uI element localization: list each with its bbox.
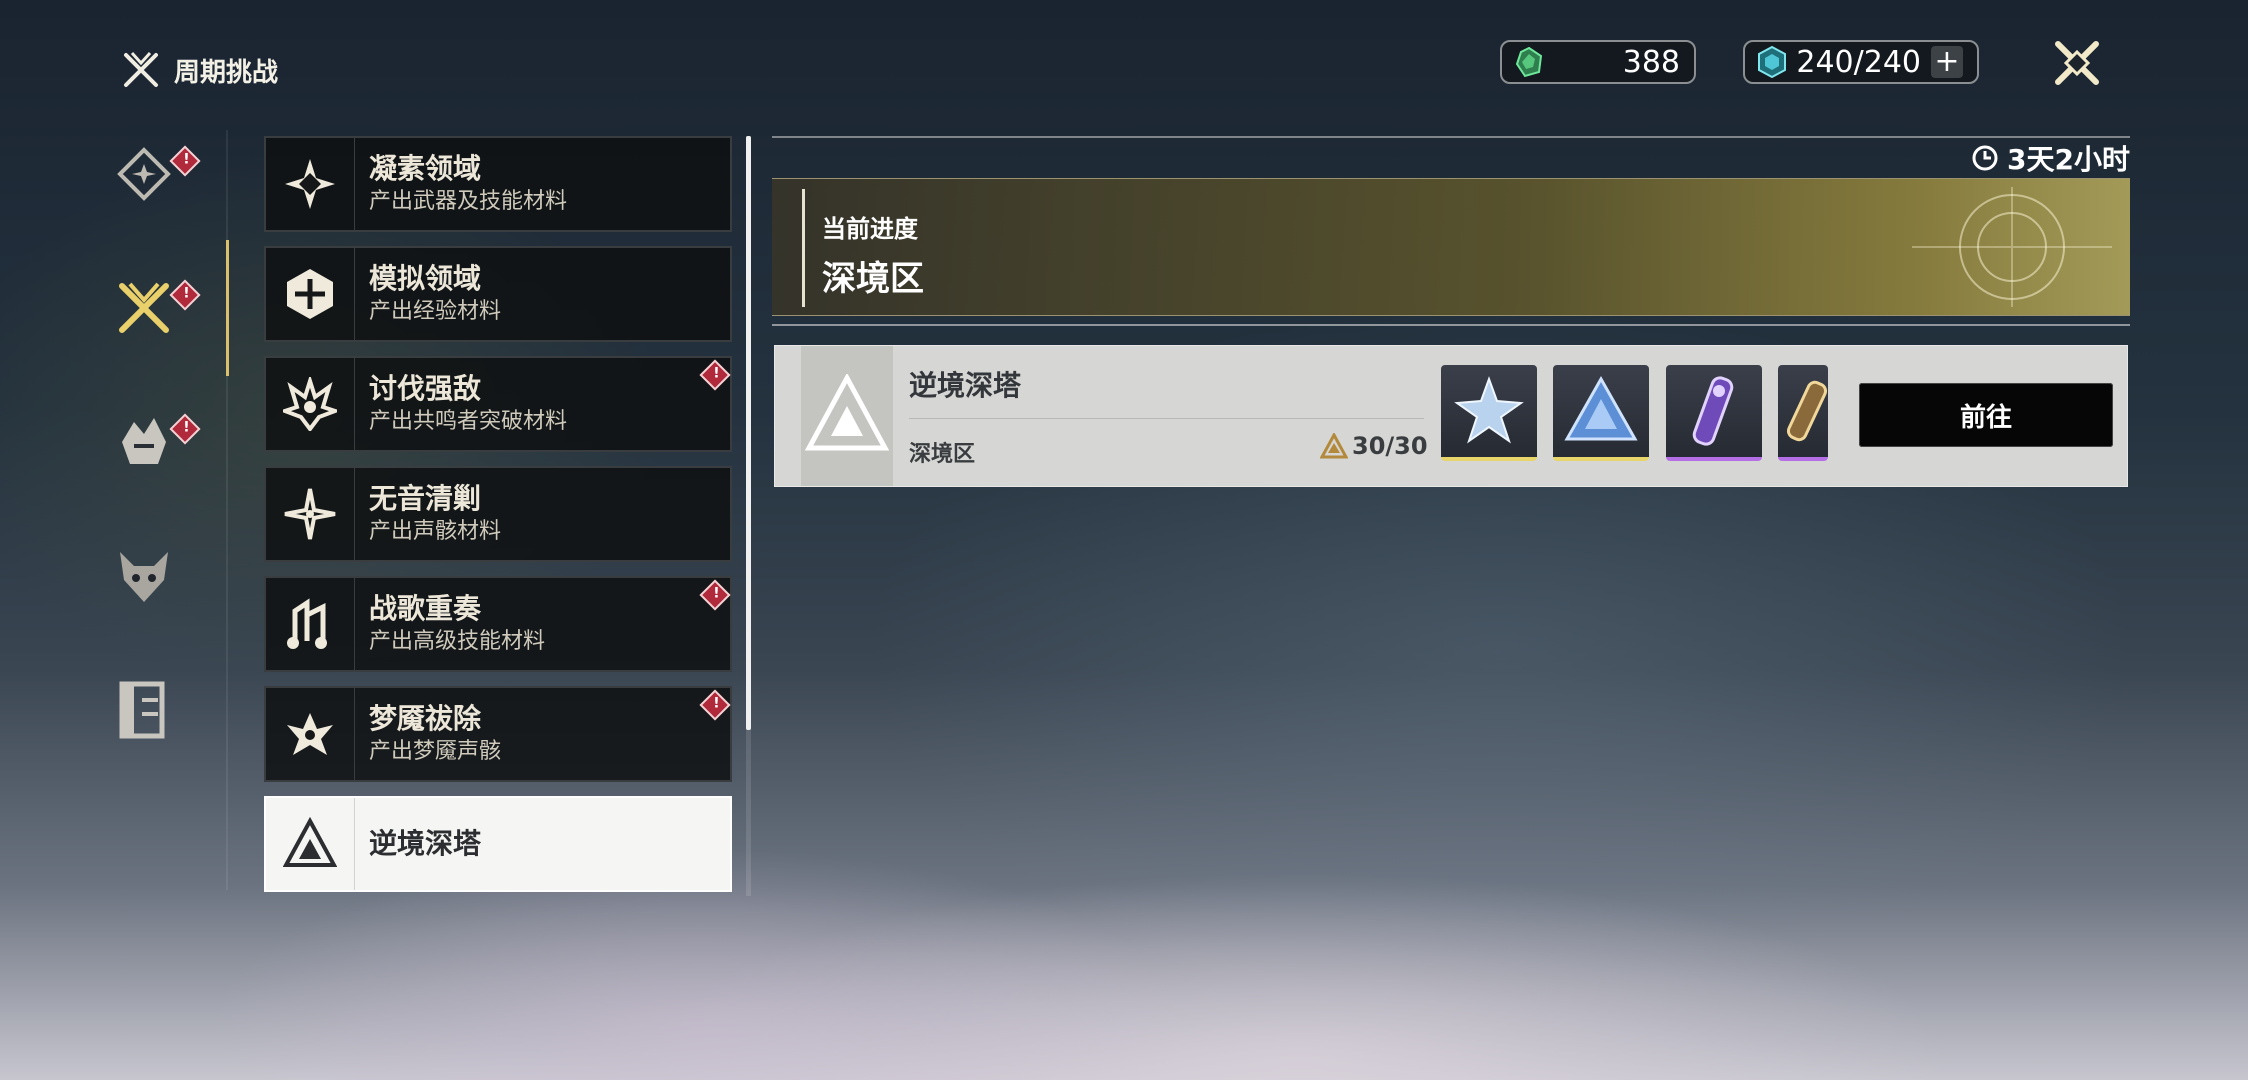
- simulation-icon: [287, 269, 333, 319]
- alert-badge: [169, 279, 201, 311]
- reward-item[interactable]: [1441, 365, 1537, 461]
- rail-item-1[interactable]: [110, 140, 201, 208]
- challenge-item[interactable]: 战歌重奏 产出高级技能材料: [264, 576, 732, 672]
- currency-counter-1: 388: [1500, 40, 1696, 84]
- header: 周期挑战: [120, 50, 278, 90]
- alert-badge: [169, 413, 201, 445]
- music-note-icon: [287, 598, 327, 649]
- green-crystal-icon: [1515, 46, 1543, 78]
- sparkle-star-icon: [284, 488, 336, 540]
- gold-triangle-icon: [1320, 433, 1348, 459]
- banner-divider: [772, 324, 2130, 326]
- crossed-swords-icon: [119, 282, 169, 333]
- progress-banner: 当前进度 深境区: [772, 178, 2130, 316]
- progress-label: 当前进度: [822, 215, 918, 243]
- progress-value: 深境区: [822, 259, 924, 299]
- diamond-star-icon: [117, 147, 171, 201]
- challenge-item[interactable]: 凝素领域 产出武器及技能材料: [264, 136, 732, 232]
- currency-counter-2: 240/240 +: [1743, 40, 1979, 84]
- challenge-item[interactable]: 模拟领域 产出经验材料: [264, 246, 732, 342]
- rail-item-3[interactable]: [110, 408, 201, 476]
- challenge-item[interactable]: 无音清剿 产出声骸材料: [264, 466, 732, 562]
- challenge-name: 讨伐强敌: [369, 372, 482, 405]
- reward-item[interactable]: [1666, 365, 1762, 461]
- alert-badge: [699, 359, 731, 391]
- challenge-item[interactable]: 讨伐强敌 产出共鸣者突破材料: [264, 356, 732, 452]
- count-text: 30/30: [1352, 432, 1428, 460]
- nightmare-flower-icon: [287, 713, 333, 755]
- demon-head-icon: [120, 552, 168, 602]
- star-crystal-icon: [1454, 376, 1524, 444]
- tower-triangle-icon: [283, 817, 337, 867]
- alert-badge: [699, 579, 731, 611]
- alert-badge: [169, 145, 201, 177]
- page-title: 周期挑战: [174, 57, 279, 88]
- crown-mask-icon: [122, 418, 166, 464]
- alert-badge: [699, 689, 731, 721]
- crowned-boss-icon: [283, 377, 337, 431]
- crossed-swords-icon: [124, 51, 158, 87]
- challenge-name: 逆境深塔: [369, 827, 482, 860]
- challenge-name: 战歌重奏: [369, 592, 482, 625]
- challenge-name: 无音清剿: [369, 482, 482, 515]
- entry-title: 逆境深塔: [909, 369, 1022, 402]
- waveplate-crystal-icon: [1758, 45, 1786, 79]
- challenge-sub: 产出共鸣者突破材料: [369, 409, 568, 434]
- triangle-crystal-icon: [1564, 375, 1638, 441]
- list-scrollbar-thumb[interactable]: [746, 136, 751, 730]
- panel-top-divider: [772, 136, 2130, 138]
- entry-divider: [909, 418, 1424, 419]
- entry-subtitle: 深境区: [909, 442, 976, 467]
- clock-icon: [1972, 145, 1998, 171]
- currency-value: 240/240: [1796, 44, 1921, 80]
- go-button[interactable]: 前往: [1859, 383, 2113, 447]
- add-currency-button[interactable]: +: [1931, 46, 1963, 78]
- challenge-item[interactable]: 梦魇祓除 产出梦魇声骸: [264, 686, 732, 782]
- reset-timer: 3天2小时: [1971, 140, 2130, 176]
- challenge-name: 凝素领域: [369, 152, 482, 185]
- purple-tube-icon: [1692, 376, 1734, 446]
- challenge-sub: 产出梦魇声骸: [369, 739, 502, 764]
- logbook-icon: [119, 681, 165, 739]
- currency-value: 388: [1622, 44, 1680, 80]
- partial-reward-icon: [1786, 380, 1828, 442]
- rail-item-2[interactable]: [110, 274, 201, 342]
- challenge-name: 模拟领域: [369, 262, 482, 295]
- reward-item[interactable]: [1778, 365, 1828, 461]
- challenge-sub: 产出武器及技能材料: [369, 189, 568, 214]
- rail-active-indicator: [226, 240, 229, 376]
- close-icon: [2055, 41, 2099, 85]
- challenge-sub: 产出声骸材料: [369, 519, 502, 544]
- challenge-entry-card: 逆境深塔 深境区 30/30 前往: [774, 345, 2128, 487]
- challenge-sub: 产出经验材料: [369, 299, 502, 324]
- entry-icon-tile: [801, 346, 893, 486]
- tower-triangle-icon: [805, 374, 889, 451]
- go-button-label: 前往: [1959, 402, 2012, 433]
- entry-progress-count: 30/30: [1320, 432, 1428, 460]
- reward-item[interactable]: [1553, 365, 1649, 461]
- rail-item-5[interactable]: [110, 676, 178, 744]
- challenge-item-selected[interactable]: 逆境深塔: [264, 796, 732, 892]
- challenge-name: 梦魇祓除: [369, 702, 482, 735]
- rail-item-4[interactable]: [110, 542, 178, 610]
- plus-icon: +: [1934, 44, 1960, 79]
- decorative-sigil-icon: [1912, 187, 2112, 307]
- crystal-cross-icon: [285, 159, 335, 209]
- timer-text: 3天2小时: [2007, 143, 2130, 176]
- banner-accent-bar: [802, 189, 805, 307]
- close-button[interactable]: [2052, 38, 2102, 88]
- challenge-sub: 产出高级技能材料: [369, 629, 546, 654]
